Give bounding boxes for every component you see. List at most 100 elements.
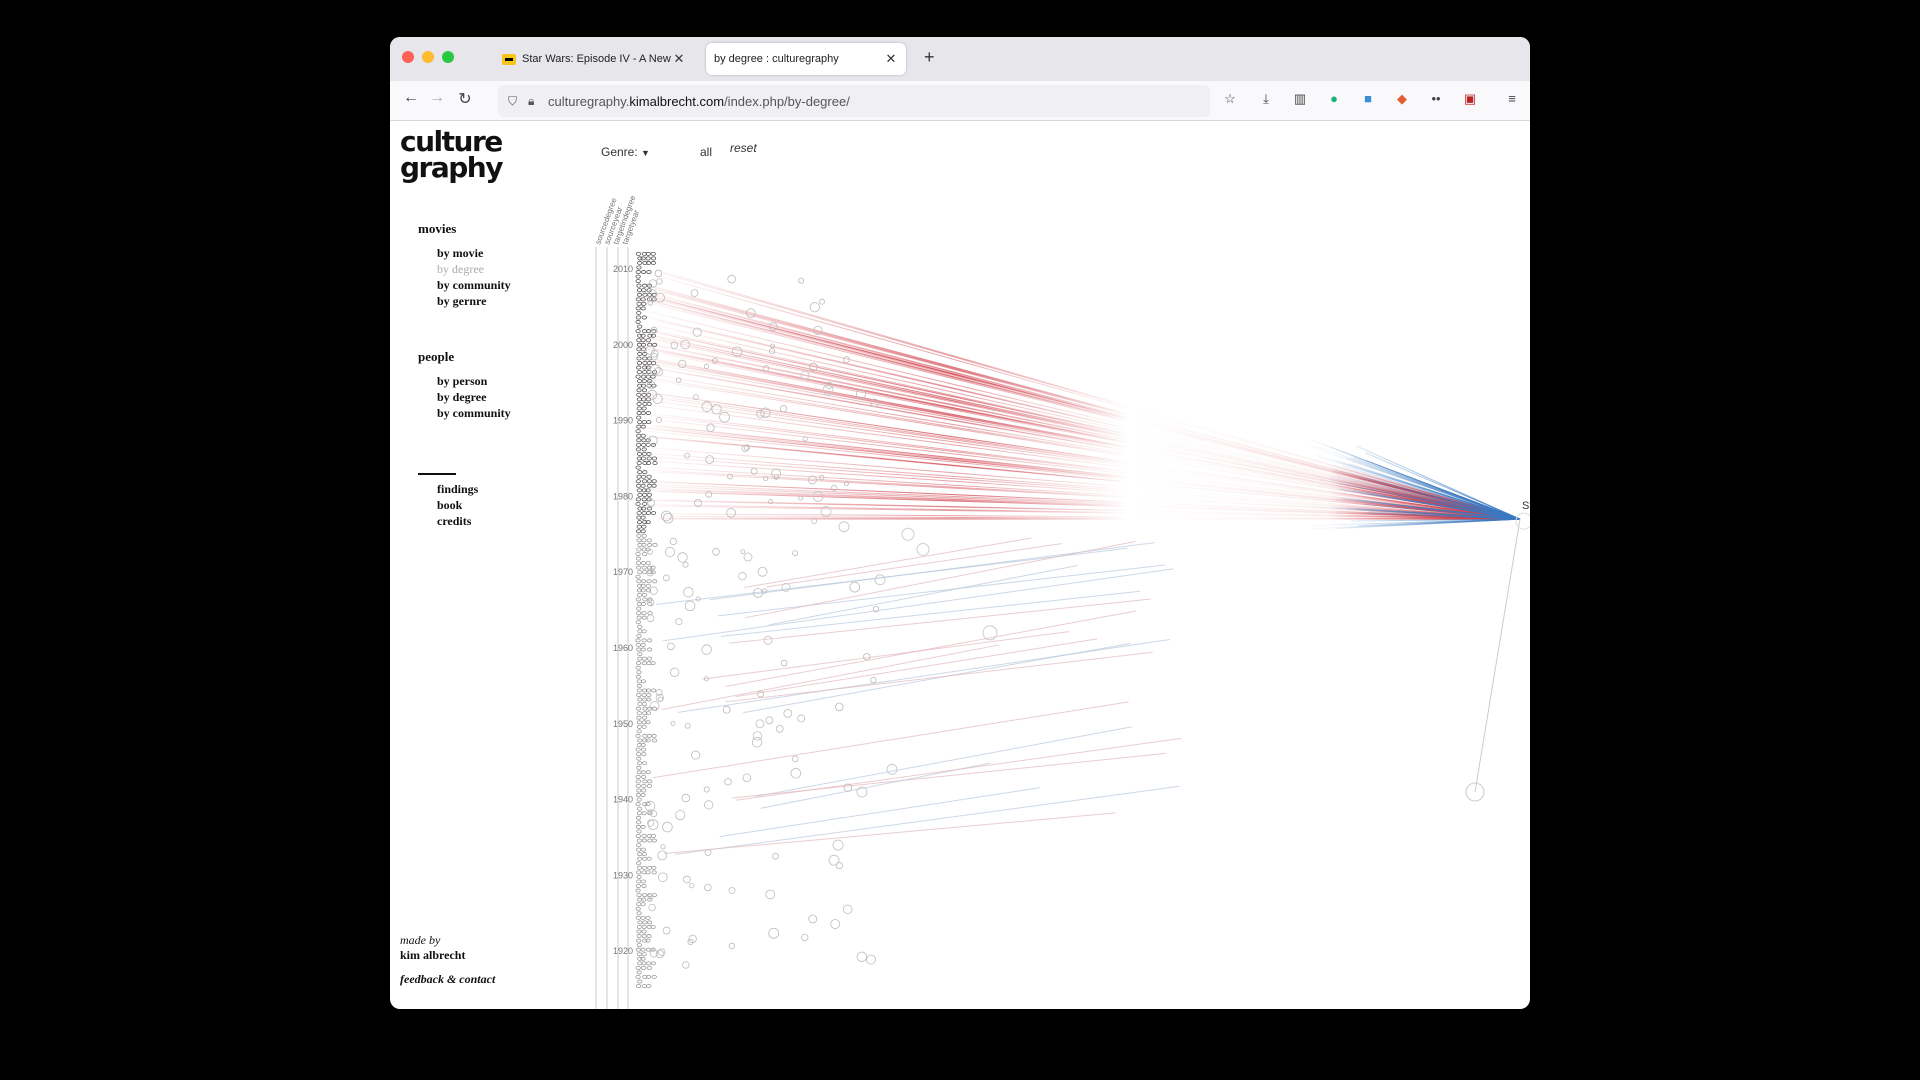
movie-node (645, 583, 651, 588)
nav-movies-by-movie[interactable]: by movie (418, 245, 511, 261)
tab-imdb[interactable]: Star Wars: Episode IV - A New H ✕ (494, 43, 694, 75)
movie-node (636, 520, 643, 525)
movie-node (641, 852, 647, 857)
movie-node (637, 470, 643, 475)
shield-icon[interactable]: ⛉ (508, 94, 528, 109)
reload-icon[interactable]: ↻ (454, 89, 476, 109)
movie-node (636, 365, 642, 370)
movie-node (652, 542, 658, 547)
nav-movies-by-degree[interactable]: by degree (418, 261, 511, 277)
movie-node (637, 697, 643, 702)
movie-node (792, 755, 799, 763)
movie-node (646, 483, 653, 488)
extension-color-icon[interactable]: ◆ (1392, 91, 1412, 111)
genre-label: Genre: (601, 145, 638, 159)
movie-node (646, 656, 652, 661)
nav-people-by-degree[interactable]: by degree (418, 389, 511, 405)
movie-node (901, 527, 915, 541)
close-tab-icon[interactable]: ✕ (884, 51, 898, 67)
reference-line (1474, 519, 1521, 793)
reference-line (729, 598, 1151, 644)
movie-node (636, 511, 642, 516)
lock-icon[interactable]: 🔒︎ (528, 94, 548, 109)
forward-arrow-icon[interactable]: → (426, 89, 448, 107)
movie-node (641, 565, 647, 570)
nav-movies-by-community[interactable]: by community (418, 277, 511, 293)
movie-node (640, 793, 646, 798)
nav-credits[interactable]: credits (418, 513, 478, 529)
site-logo[interactable]: culture graphy (400, 128, 503, 182)
bookmark-star-icon[interactable]: ☆ (1220, 91, 1240, 111)
extension-dots-icon[interactable]: •• (1426, 91, 1446, 111)
movie-node (703, 786, 710, 793)
feedback-link[interactable]: feedback & contact (400, 972, 495, 987)
movie-node (802, 436, 808, 442)
extension-icon[interactable]: ■ (1358, 91, 1378, 111)
movie-node (636, 938, 642, 943)
movie-node (645, 256, 651, 261)
author-link[interactable]: kim albrecht (400, 948, 465, 963)
movie-node (669, 667, 680, 678)
movie-node (642, 920, 648, 925)
nav-people-by-person[interactable]: by person (418, 373, 511, 389)
maximize-window-button[interactable] (442, 51, 454, 63)
movie-node (635, 552, 641, 557)
new-tab-icon[interactable]: + (924, 47, 935, 68)
movie-node (640, 642, 646, 647)
close-tab-icon[interactable]: ✕ (672, 51, 686, 67)
movie-node (641, 702, 648, 707)
movie-node (705, 455, 714, 464)
target-movie-label: Star Wars - 1977 (1522, 500, 1530, 512)
movie-node (691, 750, 701, 760)
download-icon[interactable]: ⤓ (1256, 91, 1276, 111)
extension-red-icon[interactable]: ▣ (1460, 91, 1480, 111)
movie-node (636, 811, 642, 816)
movie-node (636, 711, 642, 716)
movie-node (636, 911, 642, 916)
reference-line (725, 651, 1153, 703)
movie-node (652, 461, 658, 466)
movie-node (866, 954, 876, 965)
reader-view-icon[interactable]: ▥ (1290, 91, 1310, 111)
movie-node (641, 570, 648, 575)
movie-node (635, 833, 641, 838)
all-button[interactable]: all (700, 145, 712, 159)
movie-node (635, 329, 641, 334)
movie-node (636, 843, 642, 848)
y-tick-label: 1990 (613, 416, 633, 426)
movie-node (636, 788, 642, 793)
movie-node (637, 652, 643, 657)
nav-book[interactable]: book (418, 497, 478, 513)
movie-node (637, 420, 643, 425)
movie-node (641, 438, 647, 443)
movie-node (683, 875, 691, 884)
movie-node (637, 492, 643, 497)
menu-hamburger-icon[interactable]: ≡ (1502, 91, 1522, 111)
nav-people-by-community[interactable]: by community (418, 405, 511, 421)
movie-node (637, 260, 643, 265)
reference-line (652, 701, 1129, 779)
movie-node (636, 679, 642, 684)
movie-node (792, 550, 799, 557)
minimize-window-button[interactable] (422, 51, 434, 63)
nav-findings[interactable]: findings (418, 481, 478, 497)
grammarly-icon[interactable]: ● (1324, 91, 1344, 111)
movie-node (641, 934, 647, 939)
tab-culturegraphy[interactable]: by degree : culturegraphy ✕ (706, 43, 906, 75)
close-window-button[interactable] (402, 51, 414, 63)
genre-dropdown[interactable]: Genre: ▼ (601, 145, 650, 159)
movie-node (637, 702, 643, 707)
movie-node (641, 752, 647, 757)
movie-node (635, 847, 642, 852)
movie-node (636, 683, 643, 688)
movie-node (660, 844, 666, 850)
address-bar[interactable]: ⛉ 🔒︎ culturegraphy. kimalbrecht.com/index… (498, 85, 1210, 117)
movie-node (635, 661, 642, 666)
back-arrow-icon[interactable]: ← (400, 89, 422, 107)
movie-node (641, 984, 647, 989)
movie-node (636, 720, 642, 725)
nav-movies-by-genre[interactable]: by gernre (418, 293, 511, 309)
movie-node (724, 778, 732, 786)
reset-button[interactable]: reset (730, 141, 757, 155)
movie-node (635, 888, 641, 893)
